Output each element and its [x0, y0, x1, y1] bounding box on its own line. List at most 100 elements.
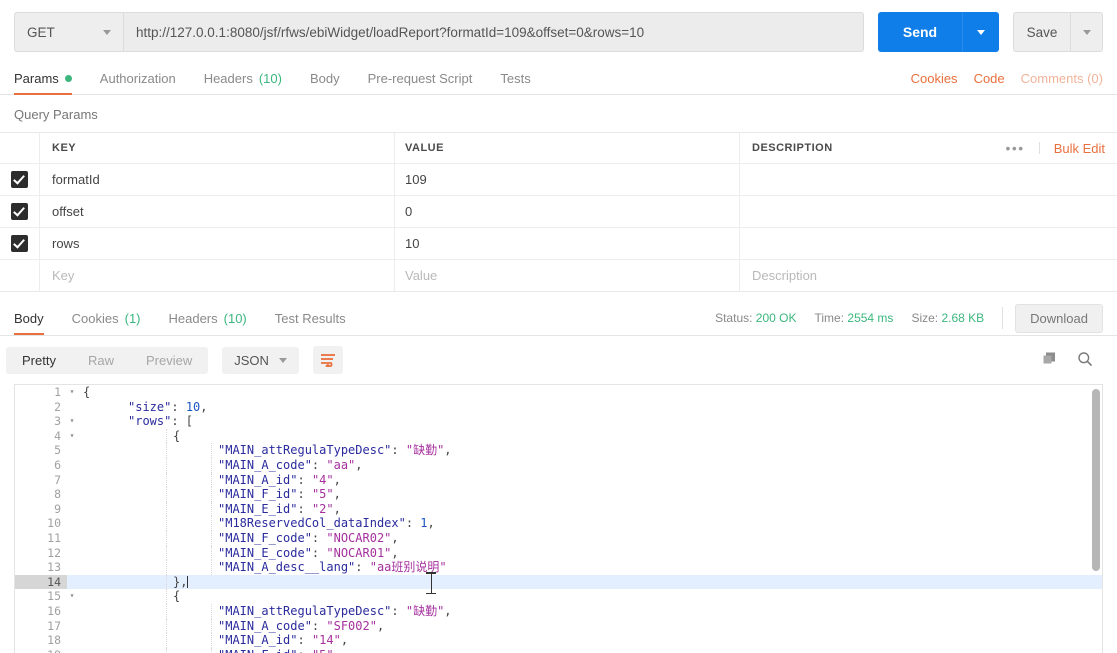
comments-link[interactable]: Comments (0)	[1021, 71, 1103, 86]
code-text: "MAIN_A_code": "SF002",	[218, 618, 385, 633]
line-number: 12	[47, 545, 61, 560]
indent-guide	[77, 531, 122, 546]
code-text: "MAIN_A_desc__lang": "aa班别说明"	[218, 560, 447, 575]
indent-guide	[122, 472, 167, 488]
wrap-text-button[interactable]	[312, 346, 343, 374]
response-tab-test-results[interactable]: Test Results	[261, 302, 360, 334]
request-url-bar: GET http://127.0.0.1:8080/jsf/rfws/ebiWi…	[0, 0, 1117, 62]
row-description-cell[interactable]	[740, 164, 1117, 195]
indent-guide	[122, 516, 167, 531]
row-value-cell[interactable]: 109	[395, 164, 740, 195]
row-checkbox[interactable]	[11, 203, 28, 220]
view-mode-raw[interactable]: Raw	[72, 347, 130, 374]
response-body-code[interactable]: 1 ▾ {2 "size": 10, 3 ▾ "rows": [4 ▾ {5 "MAIN_attR…	[15, 385, 1102, 653]
time-label: Time:	[814, 311, 845, 325]
new-value-input[interactable]: Value	[395, 260, 740, 291]
query-params-title: Query Params	[14, 107, 98, 122]
fold-arrow-icon[interactable]: ▾	[67, 589, 77, 604]
code-text: {	[173, 589, 181, 604]
cookies-link[interactable]: Cookies	[911, 71, 958, 86]
code-text: "MAIN_A_code": "aa",	[218, 457, 363, 472]
row-checkbox[interactable]	[11, 171, 28, 188]
tab-pre-request-script[interactable]: Pre-request Script	[354, 62, 487, 94]
row-value-cell[interactable]: 0	[395, 196, 740, 227]
row-checkbox[interactable]	[11, 235, 28, 252]
download-button[interactable]: Download	[1015, 303, 1103, 333]
response-tab-body[interactable]: Body	[14, 302, 58, 335]
row-description-cell[interactable]	[740, 228, 1117, 259]
indent-guide	[122, 603, 167, 619]
line-number: 7	[54, 472, 61, 487]
indent-guide	[77, 400, 122, 415]
indent-guide	[167, 560, 212, 575]
row-value-text: 10	[405, 236, 420, 251]
response-tab-cookies[interactable]: Cookies (1)	[58, 302, 155, 334]
copy-button[interactable]	[1042, 351, 1057, 369]
text-caret	[187, 575, 189, 588]
indent-guide	[122, 574, 167, 590]
indent-guide	[122, 545, 167, 561]
header-description-cell: DESCRIPTION ••• Bulk Edit	[740, 133, 1117, 163]
http-method-select[interactable]: GET	[14, 12, 124, 52]
row-key-cell[interactable]: rows	[40, 228, 395, 259]
row-key-cell[interactable]: formatId	[40, 164, 395, 195]
response-body-editor[interactable]: 1 ▾ {2 "size": 10, 3 ▾ "rows": [4 ▾ {5 "MAIN_attR…	[14, 384, 1103, 653]
indent-guide	[77, 619, 122, 634]
tab-headers-label: Headers	[203, 70, 253, 86]
search-button[interactable]	[1077, 351, 1093, 370]
code-line: 13 "MAIN_A_desc__lang": "aa班别说明"	[15, 560, 1102, 575]
fold-arrow-icon[interactable]: ▾	[67, 429, 77, 444]
tab-headers[interactable]: Headers (10)	[190, 62, 296, 94]
chevron-down-icon	[278, 357, 287, 363]
view-mode-preview[interactable]: Preview	[130, 347, 208, 374]
code-line: 19 "MAIN_F_id": "5",	[15, 647, 1102, 653]
tab-authorization[interactable]: Authorization	[86, 62, 190, 94]
view-mode-pretty[interactable]: Pretty	[6, 346, 72, 374]
send-options-button[interactable]	[962, 12, 999, 52]
response-tab-headers-count: (10)	[223, 310, 247, 326]
code-line: 11 "MAIN_F_code": "NOCAR02",	[15, 530, 1102, 546]
line-number: 3	[54, 414, 61, 429]
code-text: "MAIN_A_id": "4",	[218, 472, 341, 487]
indent-guide	[77, 443, 122, 458]
response-tabs: Body Cookies (1) Headers (10) Test Resul…	[0, 301, 1117, 336]
code-link[interactable]: Code	[974, 71, 1005, 86]
code-text: "MAIN_F_id": "5",	[212, 648, 341, 653]
table-row-empty: Key Value Description	[0, 260, 1117, 291]
row-value-cell[interactable]: 10	[395, 228, 740, 259]
indent-guide	[167, 633, 212, 648]
save-options-button[interactable]	[1071, 12, 1103, 52]
new-description-input[interactable]: Description	[740, 260, 1117, 291]
fold-arrow-icon[interactable]: ▾	[67, 414, 77, 429]
row-checkbox-cell	[0, 164, 40, 195]
line-number: 2	[54, 399, 61, 414]
code-line: 12 "MAIN_E_code": "NOCAR01",	[15, 545, 1102, 561]
response-format-select[interactable]: JSON	[222, 346, 299, 374]
editor-vertical-scrollbar[interactable]	[1092, 389, 1100, 571]
tab-params[interactable]: Params	[14, 62, 86, 95]
status-badge: Status: 200 OK	[715, 311, 796, 325]
row-description-cell[interactable]	[740, 196, 1117, 227]
indent-guide	[167, 516, 212, 531]
code-text: "MAIN_F_code": "NOCAR02",	[218, 530, 399, 545]
line-number: 15	[47, 589, 61, 604]
code-line: 10 "M18ReservedCol_dataIndex": 1,	[15, 516, 1102, 531]
fold-arrow-icon[interactable]: ▾	[67, 385, 77, 400]
response-tab-headers[interactable]: Headers (10)	[155, 302, 261, 334]
row-key-cell[interactable]: offset	[40, 196, 395, 227]
indent-guide	[77, 414, 122, 429]
indent-guide	[77, 458, 122, 473]
tab-body[interactable]: Body	[296, 62, 354, 94]
new-key-input[interactable]: Key	[40, 260, 395, 291]
url-input[interactable]: http://127.0.0.1:8080/jsf/rfws/ebiWidget…	[124, 12, 864, 52]
save-button[interactable]: Save	[1013, 12, 1071, 52]
response-tab-body-label: Body	[14, 310, 44, 326]
send-button[interactable]: Send	[878, 12, 962, 52]
more-options-icon[interactable]: •••	[991, 141, 1040, 155]
line-number: 8	[54, 487, 61, 502]
tab-tests[interactable]: Tests	[486, 62, 544, 94]
bulk-edit-button[interactable]: Bulk Edit	[1040, 141, 1105, 156]
row-key-text: offset	[52, 204, 84, 219]
code-line: 14},	[15, 574, 1102, 590]
code-line: 9 "MAIN_E_id": "2",	[15, 501, 1102, 517]
